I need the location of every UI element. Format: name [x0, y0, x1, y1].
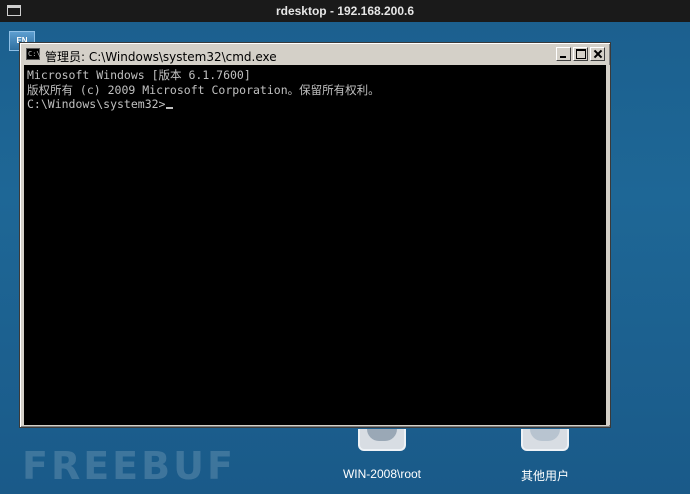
- user-picture-icon: [358, 429, 406, 451]
- console-area[interactable]: Microsoft Windows [版本 6.1.7600] 版权所有 (c) …: [24, 65, 606, 425]
- cmd-titlebar[interactable]: C:\ 管理员: C:\Windows\system32\cmd.exe: [23, 46, 607, 64]
- close-button[interactable]: [590, 47, 605, 61]
- watermark: FREEBUF: [22, 444, 236, 488]
- user-tile-name: 其他用户: [520, 469, 569, 483]
- user-tile-name: WIN-2008\root: [342, 467, 422, 481]
- console-prompt: C:\Windows\system32>: [27, 97, 166, 111]
- cmd-app-icon[interactable]: C:\: [26, 48, 41, 60]
- cmd-window-title: 管理员: C:\Windows\system32\cmd.exe: [45, 50, 277, 64]
- cmd-window[interactable]: C:\ 管理员: C:\Windows\system32\cmd.exe Mic…: [19, 42, 611, 428]
- text-cursor: [166, 107, 174, 109]
- user-tile-other[interactable]: 其他用户: [475, 427, 615, 484]
- console-line: 版权所有 (c) 2009 Microsoft Corporation。保留所有…: [27, 82, 380, 97]
- window-edge: [606, 65, 610, 425]
- console-line: Microsoft Windows [版本 6.1.7600]: [27, 68, 251, 82]
- user-tile-root[interactable]: WIN-2008\root: [312, 427, 452, 481]
- rdesktop-titlebar: rdesktop - 192.168.200.6: [0, 0, 690, 22]
- minimize-button[interactable]: [556, 47, 571, 61]
- maximize-button[interactable]: [573, 47, 588, 61]
- user-picture-icon: [521, 429, 569, 451]
- rdesktop-title: rdesktop - 192.168.200.6: [275, 4, 415, 18]
- console-prompt-line: C:\Windows\system32>: [27, 97, 606, 112]
